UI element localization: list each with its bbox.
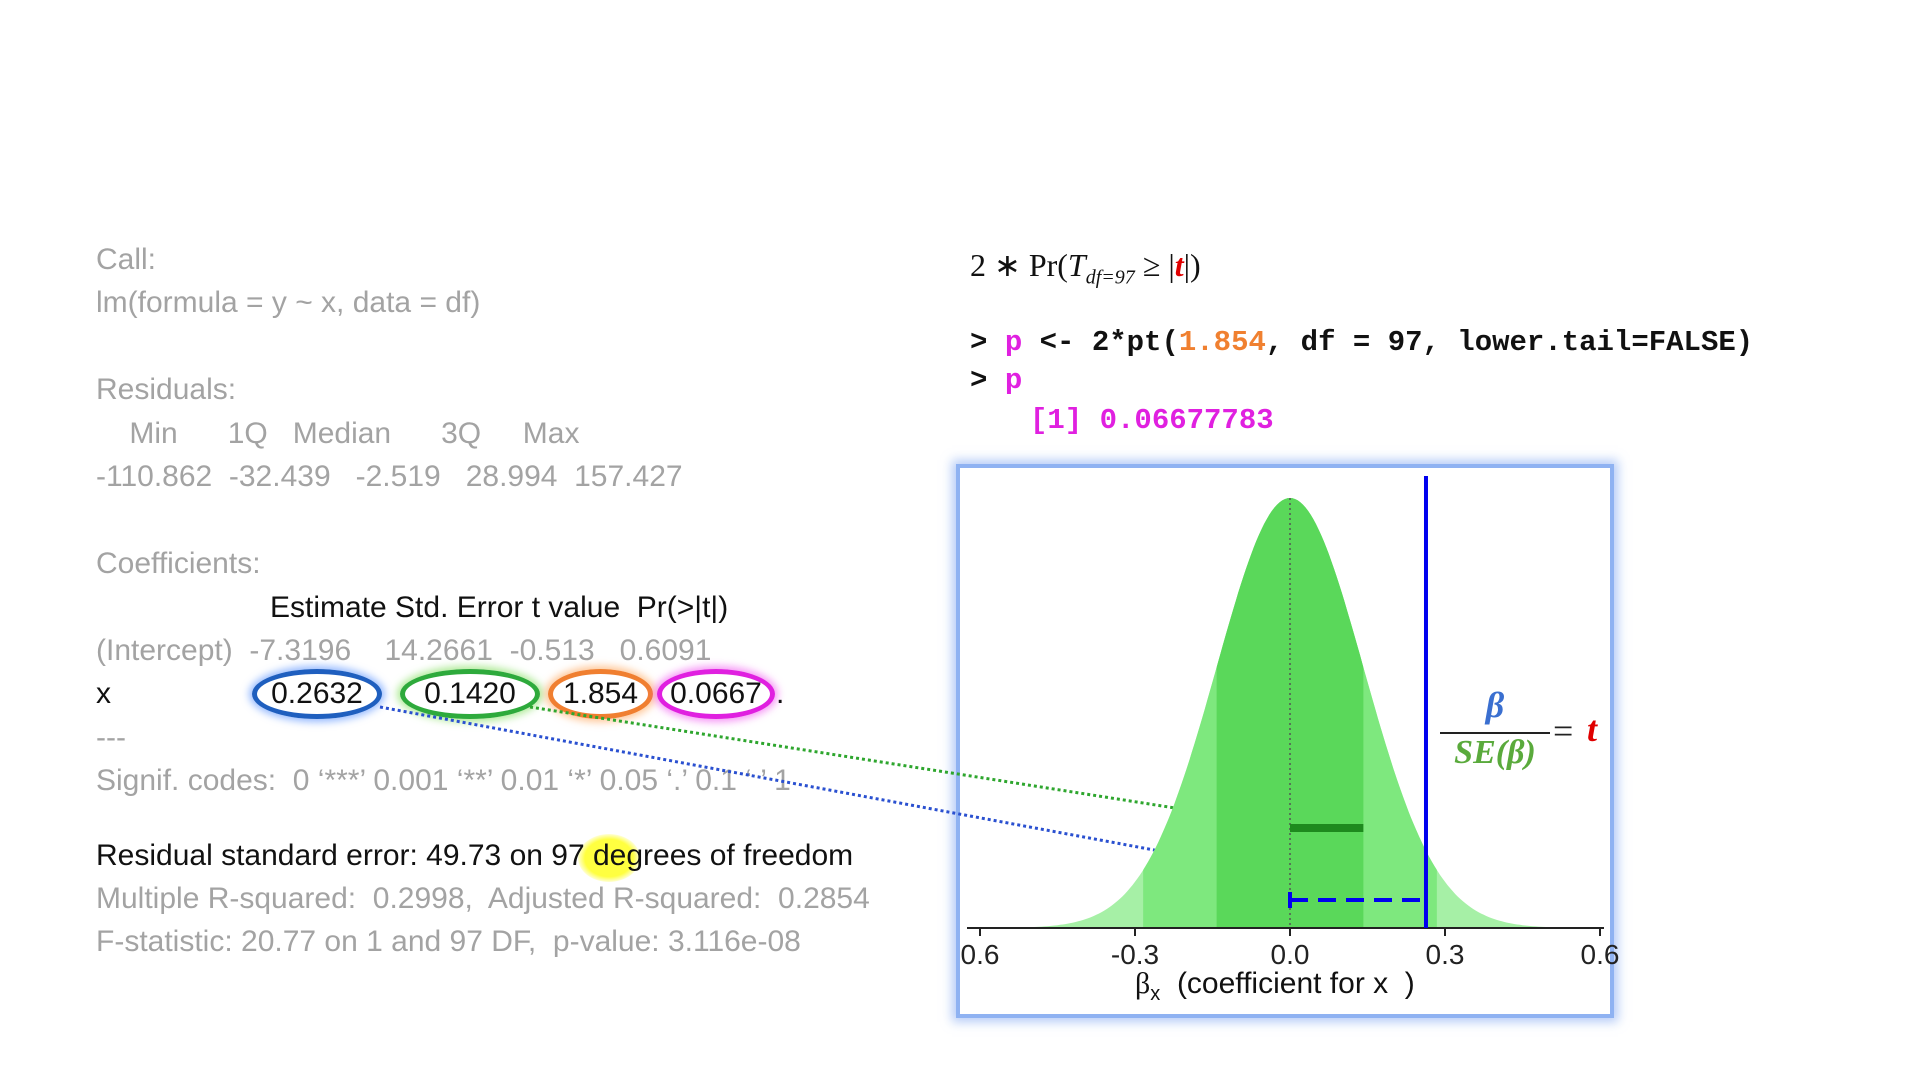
distribution-chart: 0.6 -0.3 0.0 0.3 0.6 [379, 476, 1620, 970]
x-axis-label: βx (coefficient for x ) [1135, 966, 1415, 1012]
equation-t: t [1587, 709, 1598, 749]
x-tick-label: 0.6 [961, 939, 1000, 970]
x-tick-label: 0.6 [1581, 939, 1620, 970]
x-tick-label: 0.3 [1426, 939, 1465, 970]
x-axis-subscript: x [1150, 983, 1161, 1005]
equation-denominator: SE(β) [1454, 734, 1536, 771]
x-axis-beta-symbol: β [1135, 967, 1151, 1000]
x-axis-text: (coefficient for x ) [1176, 967, 1415, 1000]
equation-equals: = [1553, 711, 1574, 751]
equation-numerator: β [1485, 685, 1505, 725]
